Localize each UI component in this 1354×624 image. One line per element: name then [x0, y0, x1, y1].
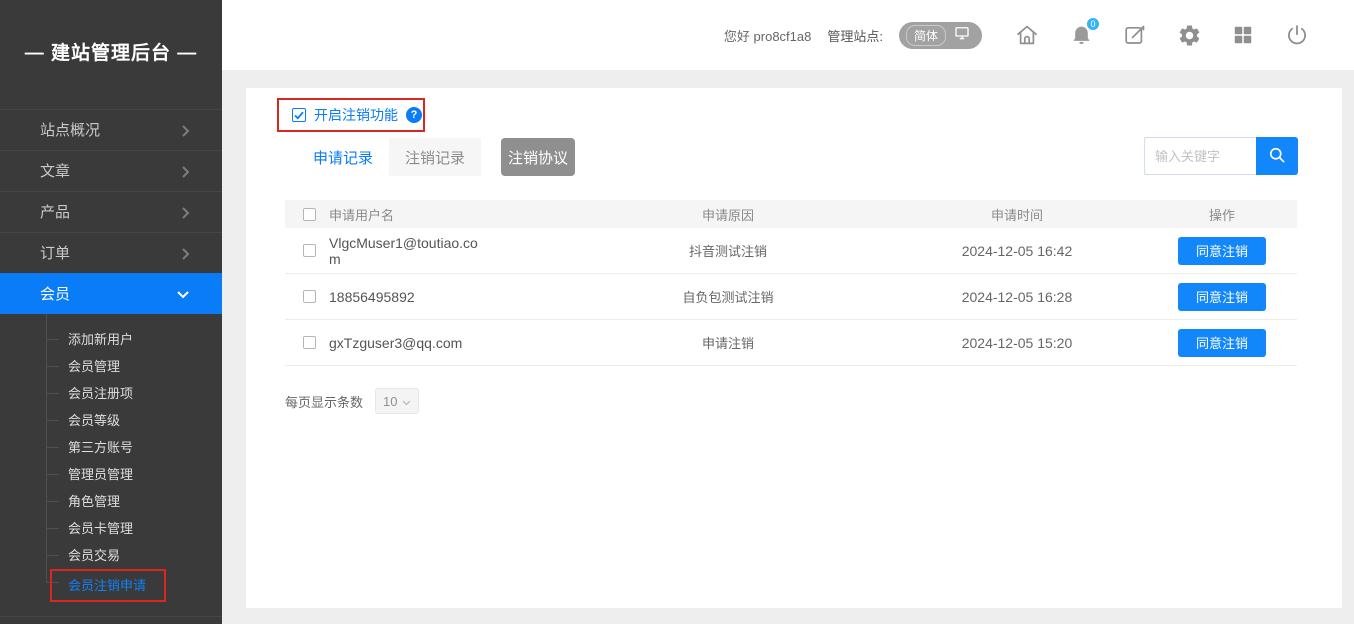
submenu-item-admin-management[interactable]: 管理员管理 [0, 461, 222, 488]
chevron-right-icon [181, 110, 190, 151]
enable-cancellation-label: 开启注销功能 [314, 105, 398, 125]
apps-grid-icon[interactable] [1230, 22, 1256, 48]
submenu-item-member-management[interactable]: 会员管理 [0, 353, 222, 380]
agree-cancellation-button[interactable]: 同意注销 [1178, 283, 1266, 311]
submenu-item-registration-fields[interactable]: 会员注册项 [0, 380, 222, 407]
cancellation-toggle-group: 开启注销功能 ? [277, 98, 425, 132]
sidebar-item-products[interactable]: 产品 [0, 191, 222, 232]
language-site-switch[interactable]: 简体 [899, 22, 982, 49]
sidebar-item-members[interactable]: 会员 [0, 273, 222, 314]
sidebar-item-articles[interactable]: 文章 [0, 150, 222, 191]
submenu-item-member-cancellation[interactable]: 会员注销申请 [0, 569, 222, 602]
chevron-right-icon [181, 151, 190, 192]
cell-username: VlgcMuser1@toutiao.com [329, 235, 479, 267]
gear-icon[interactable] [1176, 22, 1202, 48]
table-header-row: 申请用户名 申请原因 申请时间 操作 [285, 200, 1297, 228]
tab-cancellation-records[interactable]: 注销记录 [389, 138, 481, 176]
row-checkbox[interactable] [303, 336, 316, 349]
power-icon[interactable] [1284, 22, 1310, 48]
submenu-item-member-transactions[interactable]: 会员交易 [0, 542, 222, 569]
chevron-down-icon [176, 274, 190, 315]
help-icon[interactable]: ? [406, 107, 422, 123]
tab-bar: 申请记录 注销记录 注销协议 [297, 138, 575, 176]
col-header-operation: 操作 [1147, 205, 1297, 224]
submenu-label: 角色管理 [68, 494, 120, 509]
sidebar-item-orders[interactable]: 订单 [0, 232, 222, 273]
cell-username: gxTzguser3@qq.com [329, 335, 462, 351]
sidebar: — 建站管理后台 — 站点概况 文章 产品 订单 会员 [0, 0, 222, 624]
cell-reason: 抖音测试注销 [569, 241, 887, 260]
cell-reason: 自负包测试注销 [569, 287, 887, 306]
agree-cancellation-button[interactable]: 同意注销 [1178, 237, 1266, 265]
chevron-right-icon [181, 233, 190, 274]
enable-cancellation-checkbox[interactable] [292, 108, 306, 122]
sidebar-item-label: 会员 [40, 286, 70, 303]
table-row: VlgcMuser1@toutiao.com 抖音测试注销 2024-12-05… [285, 228, 1297, 274]
sidebar-menu: 站点概况 文章 产品 订单 会员 [0, 109, 222, 624]
agree-cancellation-button[interactable]: 同意注销 [1178, 329, 1266, 357]
chevron-right-icon [181, 617, 190, 624]
sidebar-item-label: 订单 [40, 245, 70, 262]
page-size-select[interactable]: 10 [375, 388, 419, 414]
submenu-item-role-management[interactable]: 角色管理 [0, 488, 222, 515]
top-header: 您好 pro8cf1a8 管理站点: 简体 0 [222, 0, 1354, 70]
row-checkbox[interactable] [303, 290, 316, 303]
submenu-label: 会员交易 [68, 548, 120, 563]
sidebar-item-label: 站点概况 [40, 122, 100, 139]
app-title: — 建站管理后台 — [0, 0, 222, 65]
search-button[interactable] [1256, 137, 1298, 175]
submenu-item-third-party-accounts[interactable]: 第三方账号 [0, 434, 222, 461]
chevron-right-icon [181, 192, 190, 233]
applications-table: 申请用户名 申请原因 申请时间 操作 VlgcMuser1@toutiao.co… [285, 200, 1297, 366]
cell-time: 2024-12-05 16:42 [887, 243, 1147, 259]
search-icon [1267, 145, 1287, 168]
cell-time: 2024-12-05 15:20 [887, 335, 1147, 351]
sidebar-item-label: 产品 [40, 204, 70, 221]
sidebar-item-distribution[interactable]: 分销 [0, 616, 222, 624]
language-label: 简体 [906, 25, 946, 46]
table-row: gxTzguser3@qq.com 申请注销 2024-12-05 15:20 … [285, 320, 1297, 366]
submenu-label: 管理员管理 [68, 467, 133, 482]
search-bar [1144, 137, 1298, 175]
page-size-label: 每页显示条数 [285, 392, 363, 411]
sidebar-item-site-overview[interactable]: 站点概况 [0, 109, 222, 150]
submenu-item-member-levels[interactable]: 会员等级 [0, 407, 222, 434]
home-icon[interactable] [1014, 22, 1040, 48]
display-icon [953, 24, 971, 47]
tab-application-records[interactable]: 申请记录 [297, 138, 389, 176]
table-row: 18856495892 自负包测试注销 2024-12-05 16:28 同意注… [285, 274, 1297, 320]
manage-site-label: 管理站点: [827, 26, 883, 45]
tab-cancellation-agreement[interactable]: 注销协议 [501, 138, 575, 176]
notification-badge: 0 [1085, 16, 1101, 32]
search-input[interactable] [1144, 137, 1256, 175]
user-greeting: 您好 pro8cf1a8 [724, 26, 811, 45]
col-header-time: 申请时间 [887, 205, 1147, 224]
submenu-label: 添加新用户 [68, 332, 133, 347]
bell-icon[interactable]: 0 [1068, 22, 1094, 48]
col-header-username: 申请用户名 [329, 205, 569, 224]
cell-reason: 申请注销 [569, 333, 887, 352]
submenu-item-member-cards[interactable]: 会员卡管理 [0, 515, 222, 542]
submenu-item-add-user[interactable]: 添加新用户 [0, 326, 222, 353]
submenu-label: 会员注册项 [68, 386, 133, 401]
submenu-label: 会员卡管理 [68, 521, 133, 536]
submenu-label: 会员管理 [68, 359, 120, 374]
cell-time: 2024-12-05 16:28 [887, 289, 1147, 305]
edit-icon[interactable] [1122, 22, 1148, 48]
cell-username: 18856495892 [329, 289, 415, 305]
submenu-label: 第三方账号 [68, 440, 133, 455]
content-panel: 开启注销功能 ? 申请记录 注销记录 注销协议 申请用户名 申请原因 申请时间 … [246, 88, 1342, 608]
col-header-reason: 申请原因 [569, 205, 887, 224]
submenu-label: 会员注销申请 [68, 578, 146, 593]
members-submenu: 添加新用户 会员管理 会员注册项 会员等级 第三方账号 管理员管理 角色管理 会… [0, 314, 222, 610]
sidebar-item-label: 文章 [40, 163, 70, 180]
select-all-checkbox[interactable] [303, 208, 316, 221]
submenu-label: 会员等级 [68, 413, 120, 428]
page-size-value: 10 [383, 394, 397, 409]
row-checkbox[interactable] [303, 244, 316, 257]
pagination: 每页显示条数 10 [285, 388, 419, 414]
chevron-down-icon [402, 394, 411, 409]
